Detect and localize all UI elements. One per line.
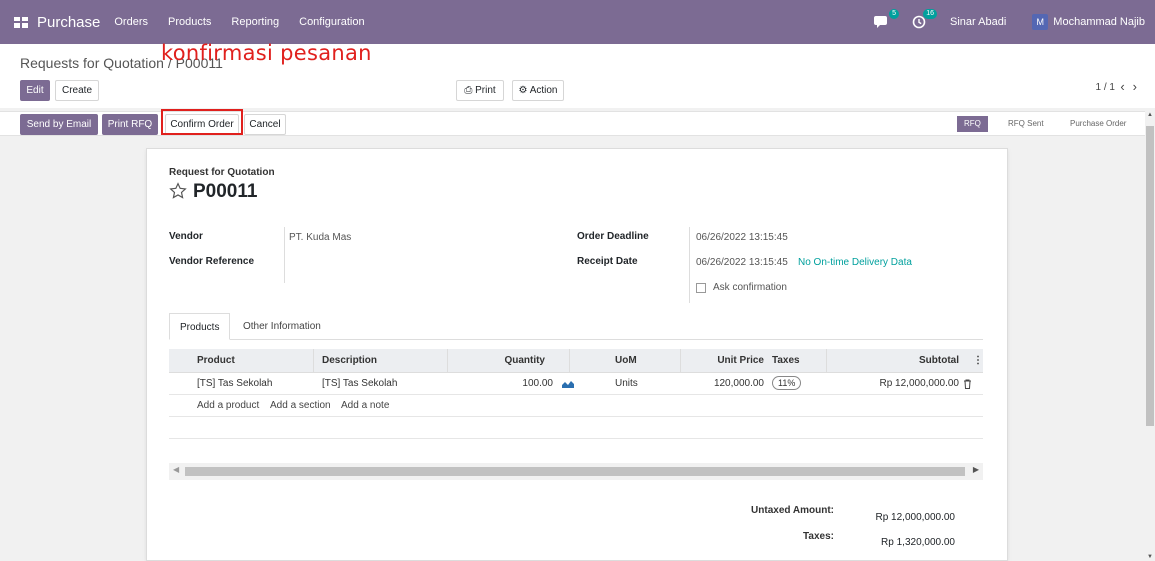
cell-quantity[interactable]: 100.00 <box>453 373 553 395</box>
cell-taxes[interactable]: 11% <box>772 373 802 395</box>
stage-purchase-order[interactable]: Purchase Order <box>1070 116 1126 132</box>
create-button[interactable]: Create <box>55 80 99 101</box>
pager-value[interactable]: 1 / 1 <box>1096 82 1115 93</box>
untaxed-amount-label: Untaxed Amount: <box>751 505 834 516</box>
gear-icon: ⚙ <box>518 85 528 96</box>
untaxed-amount-value: Rp 12,000,000.00 <box>875 512 955 523</box>
scroll-down-icon[interactable]: ▼ <box>1147 554 1153 560</box>
menu-products[interactable]: Products <box>168 16 211 28</box>
vendor-reference-field[interactable] <box>289 256 539 270</box>
column-quantity[interactable]: Quantity <box>453 349 545 373</box>
chat-icon[interactable]: 5 <box>874 9 900 29</box>
order-deadline-field[interactable]: 06/26/2022 13:15:45 <box>696 232 788 243</box>
annotation-label: konfirmasi pesanan <box>161 41 372 65</box>
apps-menu-icon[interactable] <box>14 16 28 28</box>
column-divider <box>447 349 448 373</box>
vendor-label: Vendor <box>169 231 203 242</box>
app-name[interactable]: Purchase <box>37 14 100 31</box>
add-note-link[interactable]: Add a note <box>341 395 389 417</box>
avatar[interactable]: M <box>1032 14 1049 30</box>
menu-orders[interactable]: Orders <box>114 16 148 28</box>
action-label: Action <box>529 85 558 96</box>
column-subtotal[interactable]: Subtotal <box>829 349 959 373</box>
dates-divider <box>689 227 690 303</box>
chevron-right-icon[interactable]: › <box>1133 79 1145 94</box>
ask-confirmation-checkbox[interactable] <box>696 283 706 293</box>
trash-icon[interactable] <box>963 379 972 389</box>
column-options-icon[interactable]: ⋮ <box>973 349 983 373</box>
tab-other-information[interactable]: Other Information <box>233 313 331 340</box>
column-divider <box>313 349 314 373</box>
vendor-reference-label: Vendor Reference <box>169 256 255 267</box>
activity-count-badge: 16 <box>923 9 938 19</box>
scroll-right-icon[interactable]: ▶ <box>973 465 979 474</box>
user-menu[interactable]: Mochammad Najib <box>1053 16 1145 28</box>
horizontal-scrollbar[interactable]: ◀ ▶ <box>169 463 983 480</box>
stage-rfq[interactable]: RFQ <box>957 116 988 132</box>
vendor-field[interactable]: PT. Kuda Mas <box>289 232 351 243</box>
stage-rfq-sent[interactable]: RFQ Sent <box>1008 116 1044 132</box>
page-title: P00011 <box>193 181 258 202</box>
chat-count-badge: 5 <box>889 9 900 19</box>
column-unit-price[interactable]: Unit Price <box>684 349 764 373</box>
tab-products[interactable]: Products <box>169 313 231 340</box>
add-section-link[interactable]: Add a section <box>270 395 331 417</box>
cancel-button[interactable]: Cancel <box>244 114 286 135</box>
edit-button[interactable]: Edit <box>20 80 50 101</box>
column-divider <box>569 349 570 373</box>
receipt-date-label: Receipt Date <box>577 256 638 267</box>
confirm-order-highlight <box>161 109 243 135</box>
taxes-value: Rp 1,320,000.00 <box>881 537 955 548</box>
star-icon[interactable] <box>169 182 187 200</box>
ask-confirmation-label: Ask confirmation <box>713 282 787 293</box>
menu-configuration[interactable]: Configuration <box>299 16 364 28</box>
order-deadline-label: Order Deadline <box>577 231 649 242</box>
forecast-chart-icon[interactable] <box>562 380 574 388</box>
empty-row <box>169 417 983 439</box>
column-uom[interactable]: UoM <box>615 349 637 373</box>
doc-type-label: Request for Quotation <box>169 167 275 178</box>
form-sheet: Request for Quotation P00011 Vendor PT. … <box>146 148 1008 561</box>
column-divider <box>680 349 681 373</box>
chevron-left-icon[interactable]: ‹ <box>1120 79 1132 94</box>
vertical-scrollbar[interactable]: ▲ ▼ <box>1145 111 1155 561</box>
action-button[interactable]: ⚙ Action <box>512 80 564 101</box>
scroll-left-icon[interactable]: ◀ <box>173 465 179 474</box>
printer-icon: ⎙ <box>464 85 473 96</box>
column-product[interactable]: Product <box>197 349 235 373</box>
cell-description[interactable]: [TS] Tas Sekolah <box>322 373 397 395</box>
pager-nav: ‹› <box>1120 79 1145 94</box>
cell-product[interactable]: [TS] Tas Sekolah <box>197 373 272 395</box>
column-taxes[interactable]: Taxes <box>772 349 800 373</box>
horizontal-scroll-thumb[interactable] <box>185 467 965 476</box>
add-line-row: Add a product Add a section Add a note <box>169 395 983 417</box>
print-rfq-button[interactable]: Print RFQ <box>102 114 158 135</box>
company-switcher[interactable]: Sinar Abadi <box>950 16 1006 28</box>
scroll-up-icon[interactable]: ▲ <box>1147 112 1153 118</box>
table-row[interactable]: [TS] Tas Sekolah [TS] Tas Sekolah 100.00… <box>169 373 983 395</box>
tax-badge: 11% <box>772 376 802 390</box>
cell-unit-price[interactable]: 120,000.00 <box>684 373 764 395</box>
notebook-tabs: Products Other Information <box>169 313 983 340</box>
activity-clock-icon[interactable]: 16 <box>912 9 938 29</box>
vertical-scroll-thumb[interactable] <box>1146 126 1154 426</box>
receipt-date-field[interactable]: 06/26/2022 13:15:45 <box>696 257 788 268</box>
print-button[interactable]: ⎙ Print <box>456 80 504 101</box>
on-time-delivery-link[interactable]: No On-time Delivery Data <box>798 257 912 268</box>
column-divider <box>826 349 827 373</box>
print-label: Print <box>475 85 496 96</box>
top-navbar: Purchase Orders Products Reporting Confi… <box>0 0 1155 44</box>
cell-subtotal: Rp 12,000,000.00 <box>879 378 959 389</box>
column-description[interactable]: Description <box>322 349 377 373</box>
send-by-email-button[interactable]: Send by Email <box>20 114 98 135</box>
breadcrumb-parent[interactable]: Requests for Quotation <box>20 55 164 71</box>
menu-reporting[interactable]: Reporting <box>231 16 279 28</box>
taxes-label: Taxes: <box>803 531 834 542</box>
cell-uom[interactable]: Units <box>615 373 638 395</box>
add-product-link[interactable]: Add a product <box>197 395 259 417</box>
vendor-divider <box>284 227 285 283</box>
order-lines-header: Product Description Quantity UoM Unit Pr… <box>169 349 983 373</box>
